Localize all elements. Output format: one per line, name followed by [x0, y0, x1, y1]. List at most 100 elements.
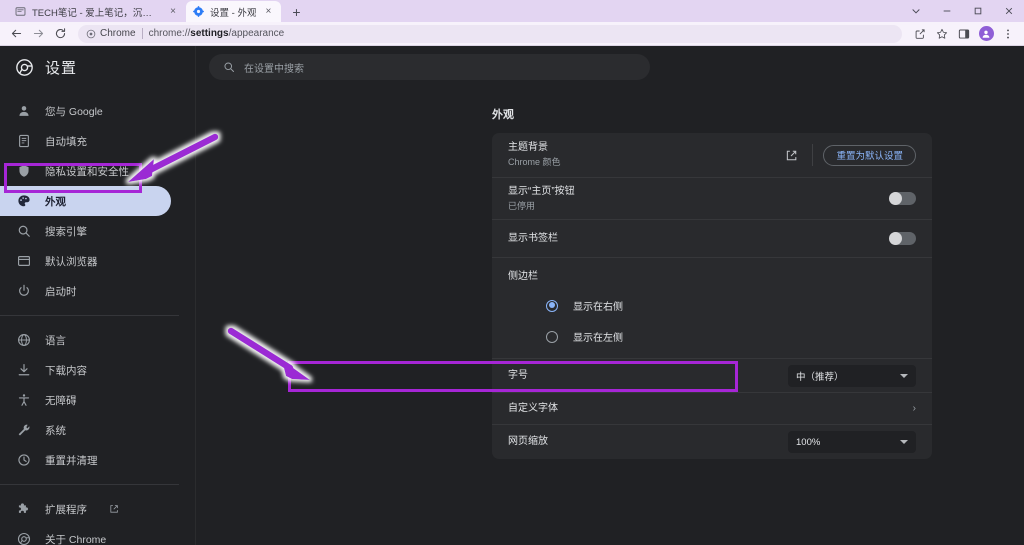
close-icon[interactable] — [993, 0, 1024, 22]
accessibility-icon — [16, 393, 31, 408]
url-text: chrome://settings/appearance — [149, 28, 285, 39]
tab-title: 设置 - 外观 — [210, 7, 257, 19]
radio-icon[interactable] — [546, 330, 558, 343]
sidebar-item-label: 隐私设置和安全性 — [45, 165, 129, 178]
appearance-content: 外观 主题背景 Chrome 颜色 重置为默认设置 显示“主页”按钮 已停用 显… — [196, 88, 1024, 459]
row-font-size[interactable]: 字号 中（推荐） — [492, 359, 932, 393]
address-bar[interactable]: Chrome chrome://settings/appearance — [78, 24, 902, 43]
new-tab-button[interactable]: + — [285, 2, 307, 22]
section-title: 外观 — [492, 109, 514, 121]
url-bold: settings — [190, 28, 229, 39]
sidebar-item-downloads[interactable]: 下载内容 — [0, 355, 195, 385]
forward-icon[interactable] — [28, 24, 48, 44]
font-size-select[interactable]: 中（推荐） — [788, 364, 916, 387]
bookmarks-bar-toggle[interactable] — [889, 232, 916, 245]
reset-to-default-button[interactable]: 重置为默认设置 — [823, 144, 916, 166]
wrench-icon — [16, 423, 31, 438]
settings-main: 在设置中搜索 外观 主题背景 Chrome 颜色 重置为默认设置 显示“主页”按… — [196, 46, 1024, 545]
radio-icon[interactable] — [546, 299, 558, 312]
search-bar-wrap: 在设置中搜索 — [196, 46, 1024, 88]
radio-label: 显示在右侧 — [573, 302, 623, 313]
star-icon[interactable] — [932, 24, 952, 44]
home-button-toggle[interactable] — [889, 192, 916, 205]
sidebar-item-you-and-google[interactable]: 您与 Google — [0, 96, 195, 126]
omnibox-divider — [141, 28, 143, 39]
tab-title: TECH笔记 - 爱上笔记，沉迷学习 — [32, 7, 161, 19]
globe-icon — [16, 333, 31, 348]
profile-avatar-icon[interactable] — [976, 24, 996, 44]
sidebar-item-label: 语言 — [45, 334, 66, 347]
toggle-knob — [889, 192, 902, 205]
settings-header: 设置 — [0, 46, 195, 88]
row-theme[interactable]: 主题背景 Chrome 颜色 重置为默认设置 — [492, 133, 932, 178]
side-panel-option-left[interactable]: 显示在左侧 — [492, 321, 932, 352]
side-panel-option-right[interactable]: 显示在右侧 — [492, 290, 932, 321]
sidebar-item-extensions[interactable]: 扩展程序 — [0, 494, 195, 524]
sidebar-item-system[interactable]: 系统 — [0, 415, 195, 445]
browser-window-icon — [16, 254, 31, 269]
sidebar-item-label: 重置并清理 — [45, 454, 98, 467]
sidebar-item-label: 默认浏览器 — [45, 255, 98, 268]
row-labels: 主题背景 Chrome 颜色 — [508, 141, 780, 169]
side-panel-title: 侧边栏 — [508, 270, 538, 282]
appearance-card: 主题背景 Chrome 颜色 重置为默认设置 显示“主页”按钮 已停用 显示书签… — [492, 133, 932, 459]
external-link-icon — [109, 504, 119, 514]
row-customize-fonts[interactable]: 自定义字体 › — [492, 393, 932, 425]
row-subtitle: 已停用 — [508, 200, 536, 211]
row-subtitle: Chrome 颜色 — [508, 157, 561, 167]
sidebar-item-appearance[interactable]: 外观 — [0, 186, 171, 216]
row-title: 显示书签栏 — [508, 232, 558, 244]
sidebar-item-label: 外观 — [45, 195, 66, 208]
row-side-panel-group: 侧边栏 显示在右侧 显示在左侧 — [492, 258, 932, 359]
side-panel-icon[interactable] — [954, 24, 974, 44]
chip-label: Chrome — [100, 28, 136, 39]
row-page-zoom[interactable]: 网页缩放 100% — [492, 425, 932, 459]
sidebar-item-about-chrome[interactable]: 关于 Chrome — [0, 524, 195, 545]
sidebar-item-accessibility[interactable]: 无障碍 — [0, 385, 195, 415]
browser-tab-1[interactable]: TECH笔记 - 爱上笔记，沉迷学习 × — [8, 1, 186, 22]
share-icon[interactable] — [910, 24, 930, 44]
reload-icon[interactable] — [50, 24, 70, 44]
site-identity-chip[interactable]: Chrome — [86, 28, 136, 39]
sidebar-item-languages[interactable]: 语言 — [0, 325, 195, 355]
browser-tab-2[interactable]: 设置 - 外观 × — [186, 1, 282, 22]
sidebar-item-autofill[interactable]: 自动填充 — [0, 126, 195, 156]
sidebar-item-on-startup[interactable]: 启动时 — [0, 276, 195, 306]
chevron-down-icon[interactable] — [900, 0, 931, 22]
minimize-icon[interactable] — [931, 0, 962, 22]
back-icon[interactable] — [6, 24, 26, 44]
sidebar-item-label: 系统 — [45, 424, 66, 437]
sidebar-item-label: 关于 Chrome — [45, 533, 107, 545]
tab-strip: TECH笔记 - 爱上笔记，沉迷学习 × 设置 - 外观 × + — [0, 0, 1024, 22]
sidebar-item-label: 自动填充 — [45, 135, 87, 148]
close-icon[interactable]: × — [262, 6, 274, 18]
row-divider — [812, 144, 814, 166]
person-icon — [16, 104, 31, 119]
page-zoom-select[interactable]: 100% — [788, 431, 916, 453]
sidebar-nav-group-1: 您与 Google 自动填充 隐私设置和安全性 外观 搜索引擎 默认浏览器 启动… — [0, 88, 195, 306]
row-labels: 显示书签栏 — [508, 232, 889, 246]
sidebar-nav-group-2: 语言 下载内容 无障碍 系统 重置并清理 — [0, 325, 195, 475]
shield-icon — [16, 164, 31, 179]
sidebar-item-search-engine[interactable]: 搜索引擎 — [0, 216, 195, 246]
search-icon — [16, 224, 31, 239]
palette-icon — [16, 194, 31, 209]
row-show-bookmarks-bar[interactable]: 显示书签栏 — [492, 220, 932, 258]
close-icon[interactable]: × — [167, 6, 179, 18]
power-icon — [16, 284, 31, 299]
sidebar-item-label: 无障碍 — [45, 394, 77, 407]
radio-label: 显示在左侧 — [573, 333, 623, 344]
maximize-icon[interactable] — [962, 0, 993, 22]
external-link-icon[interactable] — [780, 144, 802, 166]
restore-clock-icon — [16, 453, 31, 468]
sidebar-item-default-browser[interactable]: 默认浏览器 — [0, 246, 195, 276]
row-show-home-button[interactable]: 显示“主页”按钮 已停用 — [492, 178, 932, 220]
settings-sidebar: 设置 您与 Google 自动填充 隐私设置和安全性 外观 搜索引擎 默认浏览器… — [0, 46, 196, 545]
kebab-menu-icon[interactable] — [998, 24, 1018, 44]
search-input[interactable]: 在设置中搜索 — [209, 54, 650, 80]
sidebar-item-reset-cleanup[interactable]: 重置并清理 — [0, 445, 195, 475]
autofill-icon — [16, 134, 31, 149]
chevron-right-icon: › — [912, 403, 916, 414]
sidebar-item-privacy-security[interactable]: 隐私设置和安全性 — [0, 156, 195, 186]
sidebar-divider-2 — [0, 484, 179, 485]
